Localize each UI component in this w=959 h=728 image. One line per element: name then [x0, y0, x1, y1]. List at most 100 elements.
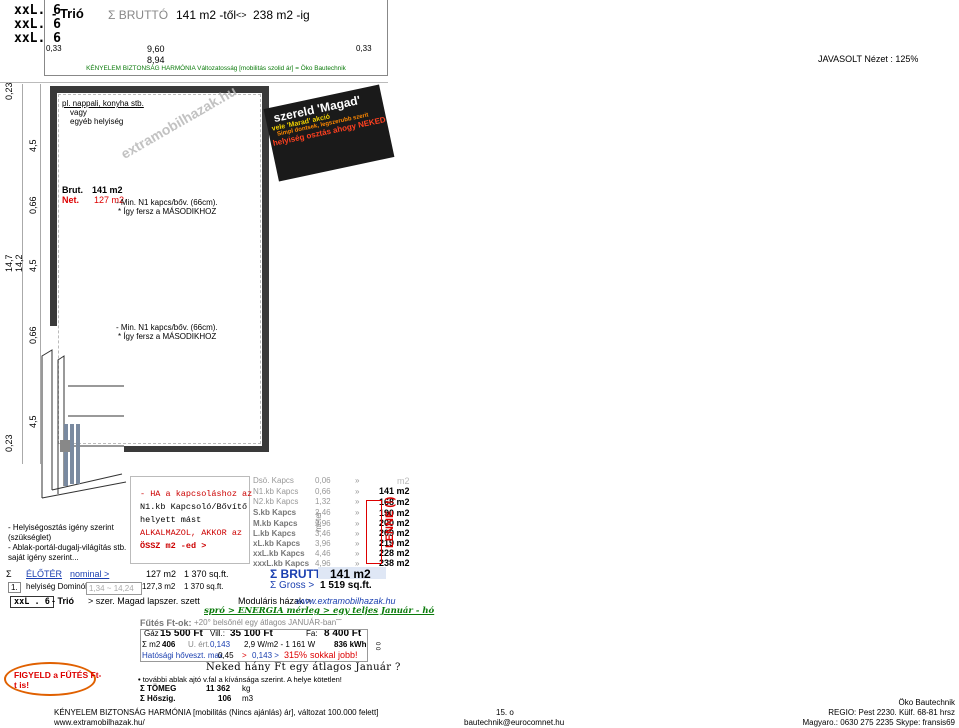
modular-link[interactable]: www.extramobilhazak.hu — [296, 596, 396, 606]
switch-name: M.kb Kapcs — [253, 518, 298, 528]
eloter-label: ÉLŐTÉR — [26, 569, 63, 579]
hint-text: - HA a kapcsoláshoz az N1.kb Kapcsoló/Bő… — [140, 488, 252, 553]
wall-bottom — [124, 446, 269, 452]
switch-arrow: » — [355, 486, 360, 496]
room-label-line: vagy — [70, 108, 87, 117]
footer-left: KÉNYELEM BIZTONSÁG HARMÓNIA [mobilitás (… — [54, 708, 378, 728]
note-line: - Ablak-portál-dugalj-világítás stb. — [8, 543, 127, 552]
percent-value: 315% — [284, 650, 308, 660]
variant-label: xxL . 6 — [10, 596, 54, 608]
kwh-value: 836 kWh — [334, 640, 367, 649]
table-row: xxL.kb Kapcs 4,46» 228 m2 — [250, 548, 413, 558]
row-number: 1. — [8, 582, 21, 593]
menu-bar: KÉNYELEM BIZTONSÁG HARMÓNIA Változatossá… — [44, 65, 388, 76]
ruler-label: 14,7 — [4, 254, 14, 272]
note-line: * Így fersz a MÁSODIKHOZ — [118, 332, 217, 341]
note-line: * Így fersz a MÁSODIKHOZ — [118, 207, 217, 216]
promo-stamp: szereld 'Magad' vele 'Marad' akció Simpl… — [263, 84, 395, 182]
room-label-line: pl. nappali, konyha stb. — [62, 99, 144, 108]
room-m2: 127,3 m2 — [142, 582, 176, 591]
heating-note: +20° belsőnél egy átlagos JANUÁR-ban˜˜ — [194, 618, 342, 627]
balcony-drawing — [41, 349, 127, 499]
hint-line: ÖSSZ m2 -ed > — [140, 541, 207, 551]
szer-label: > szer. Magad lapszer. szett — [88, 596, 200, 606]
dim-mid-top: 9,60 — [147, 44, 165, 54]
lenne-label: LENNE (!) — [384, 496, 396, 548]
note-line: - Min. N1 kapcs/bőv. (66cm). — [116, 198, 218, 207]
note-line: saját igény szerint... — [8, 553, 79, 562]
compare-value: 0,143 > — [252, 651, 279, 660]
warning-line: FIGYELD a FŰTÉS Ft- — [14, 670, 102, 680]
ruler-label: 0,66 — [28, 196, 38, 214]
room-label: pl. nappali, konyha stb. vagy egyéb hely… — [62, 99, 144, 126]
room-size-input[interactable] — [86, 582, 142, 595]
energy-title: spró > ENERGIA mérleg > egy teljes Januá… — [204, 606, 435, 616]
switch-name: xL.kb Kapcs — [253, 538, 301, 548]
warning-line: t is! — [14, 680, 30, 690]
wall-left — [50, 86, 57, 326]
sokkal-label: sokkal jobb! — [310, 650, 358, 660]
switch-name: N1.kb Kapcs — [253, 486, 299, 496]
switch-area: 141 m2 — [379, 486, 410, 496]
footer-mid: 15. o bautechnik@eurocomnet.hu — [464, 708, 564, 728]
ablak-note: • további ablak ajtó v.fal a kívánsága s… — [138, 675, 342, 684]
ablak-text: további ablak ajtó v.fal a kívánsága sze… — [142, 675, 342, 684]
table-row: Dsö. Kapcs 0,06 » m2 — [250, 475, 413, 486]
nominal-label: nominal > — [70, 569, 110, 579]
footer-right: Öko Bautechnik REGIO: Pest 2230. Külf. 6… — [802, 698, 955, 728]
gross-label: Σ Gross > — [270, 580, 315, 591]
switch-name: S.kb Kapcs — [253, 508, 297, 517]
hint-line: N1.kb Kapcsoló/Bővítő — [140, 502, 248, 512]
tomeg-value: 11 362 — [206, 684, 231, 693]
hint-line: helyett mást — [140, 515, 202, 525]
page-number: 15. o — [496, 708, 514, 717]
note-line: - Min. N1 kapcs/bőv. (66cm). — [116, 323, 218, 332]
left-notes: - Helyiségosztás igény szerint (szükségl… — [8, 523, 126, 563]
sigma-symbol: Σ — [6, 569, 12, 579]
brutto-total-text: 141 m2 — [330, 567, 371, 581]
hint-line: - HA a kapcsoláshoz az — [140, 489, 253, 499]
side-mark: 0 0 — [374, 642, 380, 651]
dim-mid-bottom: 8,94 — [147, 55, 165, 65]
ruler-label: 0,23 — [4, 82, 14, 100]
nominal-sqft: 1 370 sq.ft. — [184, 569, 229, 579]
dim-left: 0,33 — [46, 44, 62, 53]
dim-right: 0,33 — [356, 44, 372, 53]
ruler-label: 4,5 — [28, 259, 38, 272]
u-value: 0,143 — [210, 640, 231, 649]
switch-area: m2 — [397, 475, 410, 486]
hoszig-value: 106 — [218, 694, 232, 703]
brut-value: 141 m2 — [92, 185, 123, 195]
footer-line: KÉNYELEM BIZTONSÁG HARMÓNIA [mobilitás (… — [54, 708, 379, 717]
brut-label: Brut. — [62, 185, 83, 195]
room-label-line: egyéb helyiség — [70, 117, 124, 126]
compare-symbol: > — [242, 651, 247, 660]
company-name: Öko Bautechnik — [898, 698, 955, 707]
ruler-label: 4,5 — [28, 139, 38, 152]
switch-arrow: » — [355, 476, 360, 485]
hatosagi-label: Hatósági hőveszt. max — [142, 651, 223, 660]
ruler-label: 14,2 — [14, 254, 24, 272]
gross-value: 1 519 sq.ft. — [320, 580, 372, 591]
lenne-frame — [366, 500, 382, 564]
net-label: Net. — [62, 195, 80, 205]
switch-value: 1,32 — [315, 497, 331, 506]
room-sqft: 1 370 sq.ft. — [184, 582, 224, 591]
region-text: REGIO: Pest 2230. Külf. 68-81 hrsz — [828, 708, 955, 717]
view-label: JAVASOLT Nézet : 125% — [818, 54, 919, 64]
ruler-line — [22, 84, 23, 464]
note-line: (szükséglet) — [8, 533, 52, 542]
w-value: 2,9 W/m2 - 1 161 W — [244, 640, 316, 649]
room-name: helyiség Dominól — [26, 582, 87, 591]
menu-text: KÉNYELEM BIZTONSÁG HARMÓNIA Változatossá… — [86, 65, 346, 72]
switch-value: 0,06 — [315, 476, 331, 485]
switch-value: 0,66 — [315, 486, 331, 496]
ruler-label: 0,23 — [4, 434, 14, 452]
heating-label: Fűtés Ft-ok: — [140, 618, 192, 628]
note-line: - Helyiségosztás igény szerint — [8, 523, 114, 532]
wall-segment — [60, 440, 70, 452]
tomeg-label: Σ TÖMEG — [140, 684, 177, 693]
trio-label: - Trió — [52, 596, 74, 606]
switch-name: N2.kb Kapcs — [253, 497, 299, 506]
table-row: N1.kb Kapcs 0,66 » 141 m2 — [250, 486, 413, 496]
